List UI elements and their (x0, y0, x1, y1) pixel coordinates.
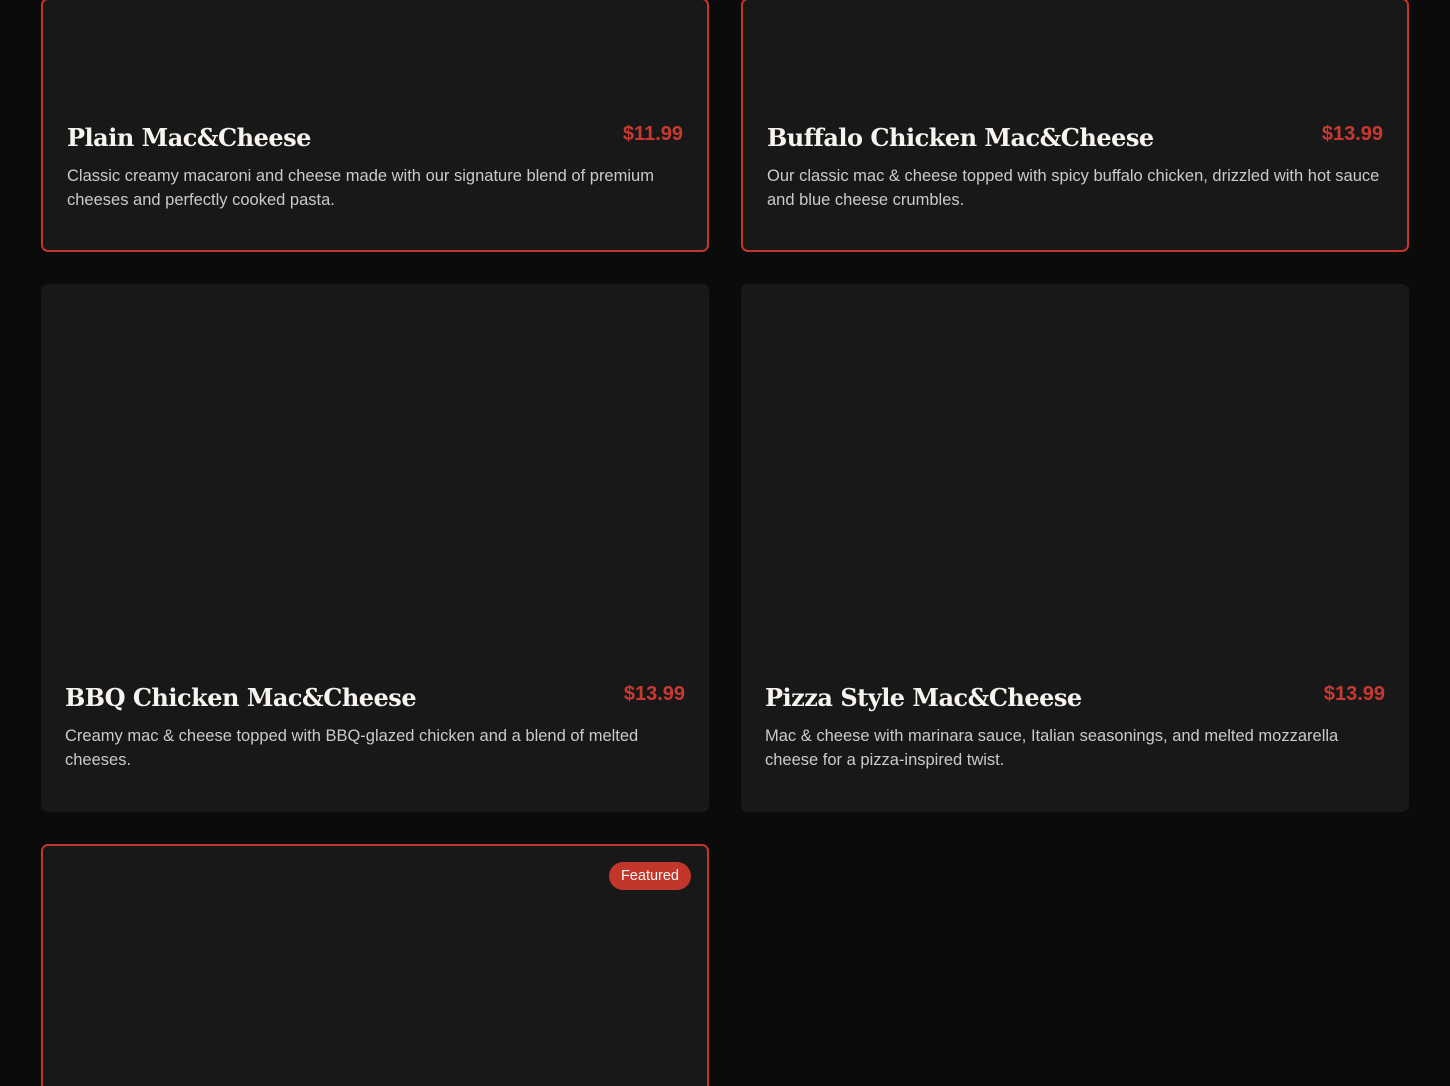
card-title-row: Plain Mac&Cheese $11.99 (67, 122, 683, 162)
card-content: Plain Mac&Cheese $11.99 Classic creamy m… (67, 122, 683, 212)
item-description: Our classic mac & cheese topped with spi… (767, 167, 1380, 209)
item-description: Mac & cheese with marinara sauce, Italia… (765, 727, 1339, 769)
card-title-row: Buffalo Chicken Mac&Cheese $13.99 (767, 122, 1383, 162)
menu-card[interactable]: Featured (41, 844, 709, 1086)
menu-card[interactable]: Plain Mac&Cheese $11.99 Classic creamy m… (41, 0, 709, 252)
card-title-row: BBQ Chicken Mac&Cheese $13.99 (65, 682, 685, 722)
card-content: Pizza Style Mac&Cheese $13.99 Mac & chee… (765, 682, 1385, 772)
card-content: BBQ Chicken Mac&Cheese $13.99 Creamy mac… (65, 682, 685, 772)
item-name: Pizza Style Mac&Cheese (765, 683, 1082, 712)
menu-card[interactable]: Buffalo Chicken Mac&Cheese $13.99 Our cl… (741, 0, 1409, 252)
item-name: Buffalo Chicken Mac&Cheese (767, 123, 1154, 152)
item-price: $11.99 (622, 123, 683, 145)
featured-badge: Featured (608, 862, 691, 890)
item-description: Classic creamy macaroni and cheese made … (67, 167, 654, 209)
card-title-row: Pizza Style Mac&Cheese $13.99 (765, 682, 1385, 722)
item-description: Creamy mac & cheese topped with BBQ-glaz… (65, 727, 639, 769)
menu-card[interactable]: BBQ Chicken Mac&Cheese $13.99 Creamy mac… (41, 284, 709, 812)
card-content: Buffalo Chicken Mac&Cheese $13.99 Our cl… (767, 122, 1383, 212)
menu-grid: Plain Mac&Cheese $11.99 Classic creamy m… (41, 0, 1409, 1086)
item-price: $13.99 (1321, 123, 1383, 145)
item-name: Plain Mac&Cheese (67, 123, 311, 152)
item-price: $13.99 (1323, 683, 1385, 705)
item-name: BBQ Chicken Mac&Cheese (65, 683, 417, 712)
menu-card[interactable]: Pizza Style Mac&Cheese $13.99 Mac & chee… (741, 284, 1409, 812)
item-price: $13.99 (623, 683, 685, 705)
